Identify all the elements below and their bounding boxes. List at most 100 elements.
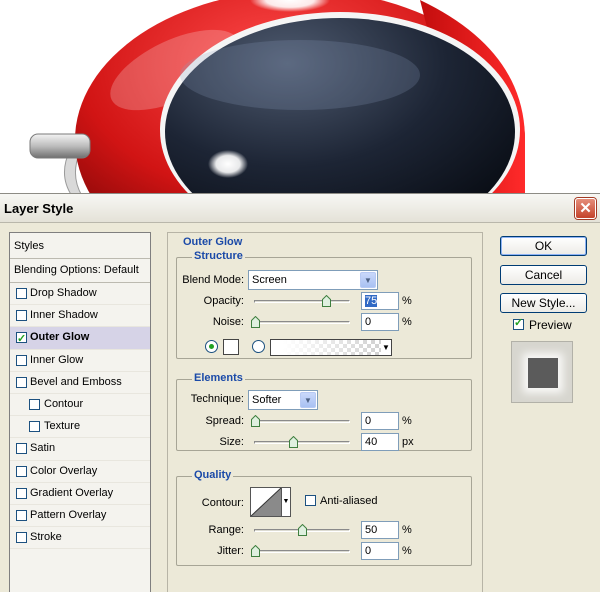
style-item-texture[interactable]: Texture: [10, 416, 150, 439]
inner-shadow-checkbox[interactable]: [16, 310, 27, 322]
dialog-titlebar[interactable]: Layer Style ✕: [0, 194, 600, 223]
cancel-button[interactable]: Cancel: [500, 265, 587, 285]
preview-label: Preview: [529, 318, 572, 332]
size-unit: px: [402, 436, 414, 448]
technique-label: Technique:: [190, 393, 244, 405]
satin-checkbox[interactable]: [16, 443, 27, 455]
style-item-label: Bevel and Emboss: [30, 375, 122, 388]
color-overlay-checkbox[interactable]: [16, 465, 27, 477]
outer-glow-settings: Outer Glow Structure Blend Mode: Screen …: [167, 232, 483, 592]
preview-swatch: [528, 358, 558, 388]
size-slider-thumb[interactable]: [288, 436, 298, 448]
opacity-unit: %: [402, 295, 412, 307]
outer-glow-checkbox[interactable]: [16, 329, 27, 349]
chevron-down-icon[interactable]: ▼: [360, 272, 376, 288]
blending-options-item[interactable]: Blending Options: Default: [10, 259, 150, 283]
dialog-title: Layer Style: [4, 201, 74, 216]
canvas-artwork: [0, 0, 600, 196]
style-item-label: Stroke: [30, 531, 62, 544]
size-slider[interactable]: [254, 436, 350, 448]
blend-mode-select[interactable]: Screen ▼: [248, 270, 378, 290]
bevel-and-emboss-checkbox[interactable]: [16, 376, 27, 388]
style-item-label: Outer Glow: [30, 331, 90, 344]
gradient-radio[interactable]: [252, 340, 265, 353]
range-label: Range:: [208, 524, 244, 536]
style-item-label: Texture: [44, 420, 81, 433]
style-item-inner-glow[interactable]: Inner Glow: [10, 350, 150, 372]
anti-aliased-checkbox[interactable]: [305, 495, 316, 506]
style-preview-thumbnail: [511, 341, 573, 403]
range-slider-thumb[interactable]: [298, 524, 307, 536]
style-item-contour[interactable]: Contour: [10, 394, 150, 417]
noise-unit: %: [402, 316, 412, 328]
contour-label: Contour:: [201, 497, 244, 509]
range-slider[interactable]: [254, 524, 350, 536]
styles-list: Styles Blending Options: Default Drop Sh…: [9, 232, 151, 592]
range-input[interactable]: 50: [361, 521, 399, 539]
style-item-label: Satin: [30, 442, 56, 455]
styles-header[interactable]: Styles: [10, 233, 150, 259]
noise-input[interactable]: 0: [361, 313, 399, 331]
size-label: Size:: [219, 436, 244, 448]
style-item-label: Gradient Overlay: [30, 486, 114, 499]
stroke-checkbox[interactable]: [16, 532, 27, 544]
inner-glow-checkbox[interactable]: [16, 354, 27, 366]
range-unit: %: [402, 524, 412, 536]
elements-title: Elements: [192, 372, 245, 384]
style-item-pattern-overlay[interactable]: Pattern Overlay: [10, 505, 150, 528]
solid-color-radio[interactable]: [205, 340, 218, 353]
gradient-overlay-checkbox[interactable]: [16, 487, 27, 499]
spread-slider[interactable]: [251, 415, 350, 427]
size-input[interactable]: 40: [361, 433, 399, 451]
outer-glow-title: Outer Glow: [181, 236, 245, 248]
style-item-label: Contour: [44, 397, 84, 410]
glow-gradient-picker[interactable]: [270, 339, 392, 356]
gradient-dropdown-icon[interactable]: ▼: [381, 339, 392, 356]
texture-checkbox[interactable]: [29, 421, 40, 433]
spread-label: Spread:: [205, 415, 244, 427]
glow-color-swatch[interactable]: [223, 339, 239, 355]
close-icon[interactable]: ✕: [575, 198, 596, 219]
dialog-content: Styles Blending Options: Default Drop Sh…: [0, 224, 600, 592]
opacity-slider-thumb[interactable]: [321, 295, 331, 307]
style-item-satin[interactable]: Satin: [10, 438, 150, 461]
opacity-slider[interactable]: [254, 295, 350, 307]
style-item-label: Color Overlay: [30, 464, 98, 477]
style-item-inner-shadow[interactable]: Inner Shadow: [10, 305, 150, 328]
layer-style-dialog: Layer Style ✕ Styles Blending Options: D…: [0, 193, 600, 592]
style-item-stroke[interactable]: Stroke: [10, 527, 150, 550]
spread-input[interactable]: 0: [361, 412, 399, 430]
opacity-label: Opacity:: [203, 295, 244, 307]
technique-select[interactable]: Softer ▼: [248, 390, 318, 410]
anti-aliased-label: Anti-aliased: [320, 495, 378, 507]
spread-slider-thumb[interactable]: [251, 415, 260, 427]
contour-picker[interactable]: [250, 487, 282, 517]
preview-checkbox[interactable]: [513, 316, 524, 330]
blend-mode-value: Screen: [252, 274, 287, 286]
contour-dropdown-icon[interactable]: ▼: [282, 487, 291, 517]
new-style-button[interactable]: New Style...: [500, 293, 587, 313]
style-item-label: Inner Glow: [30, 353, 84, 366]
chevron-down-icon[interactable]: ▼: [300, 392, 316, 408]
style-item-outer-glow[interactable]: Outer Glow: [10, 327, 150, 350]
pattern-overlay-checkbox[interactable]: [16, 509, 27, 521]
contour-checkbox[interactable]: [29, 398, 40, 410]
style-item-color-overlay[interactable]: Color Overlay: [10, 461, 150, 483]
style-item-gradient-overlay[interactable]: Gradient Overlay: [10, 483, 150, 505]
ok-button[interactable]: OK: [500, 236, 587, 256]
quality-title: Quality: [192, 469, 234, 481]
noise-slider[interactable]: [251, 316, 350, 328]
drop-shadow-checkbox[interactable]: [16, 288, 27, 299]
style-item-bevel-and-emboss[interactable]: Bevel and Emboss: [10, 372, 150, 394]
opacity-input[interactable]: 75: [361, 292, 399, 310]
noise-label: Noise:: [212, 316, 244, 328]
noise-slider-thumb[interactable]: [251, 316, 260, 328]
jitter-slider[interactable]: [251, 545, 350, 557]
jitter-slider-thumb[interactable]: [251, 545, 260, 557]
style-item-drop-shadow[interactable]: Drop Shadow: [10, 283, 150, 306]
jitter-unit: %: [402, 545, 412, 557]
jitter-input[interactable]: 0: [361, 542, 399, 560]
contour-curve-icon: [250, 487, 282, 517]
structure-title: Structure: [192, 250, 245, 262]
blend-mode-label: Blend Mode:: [182, 274, 244, 286]
